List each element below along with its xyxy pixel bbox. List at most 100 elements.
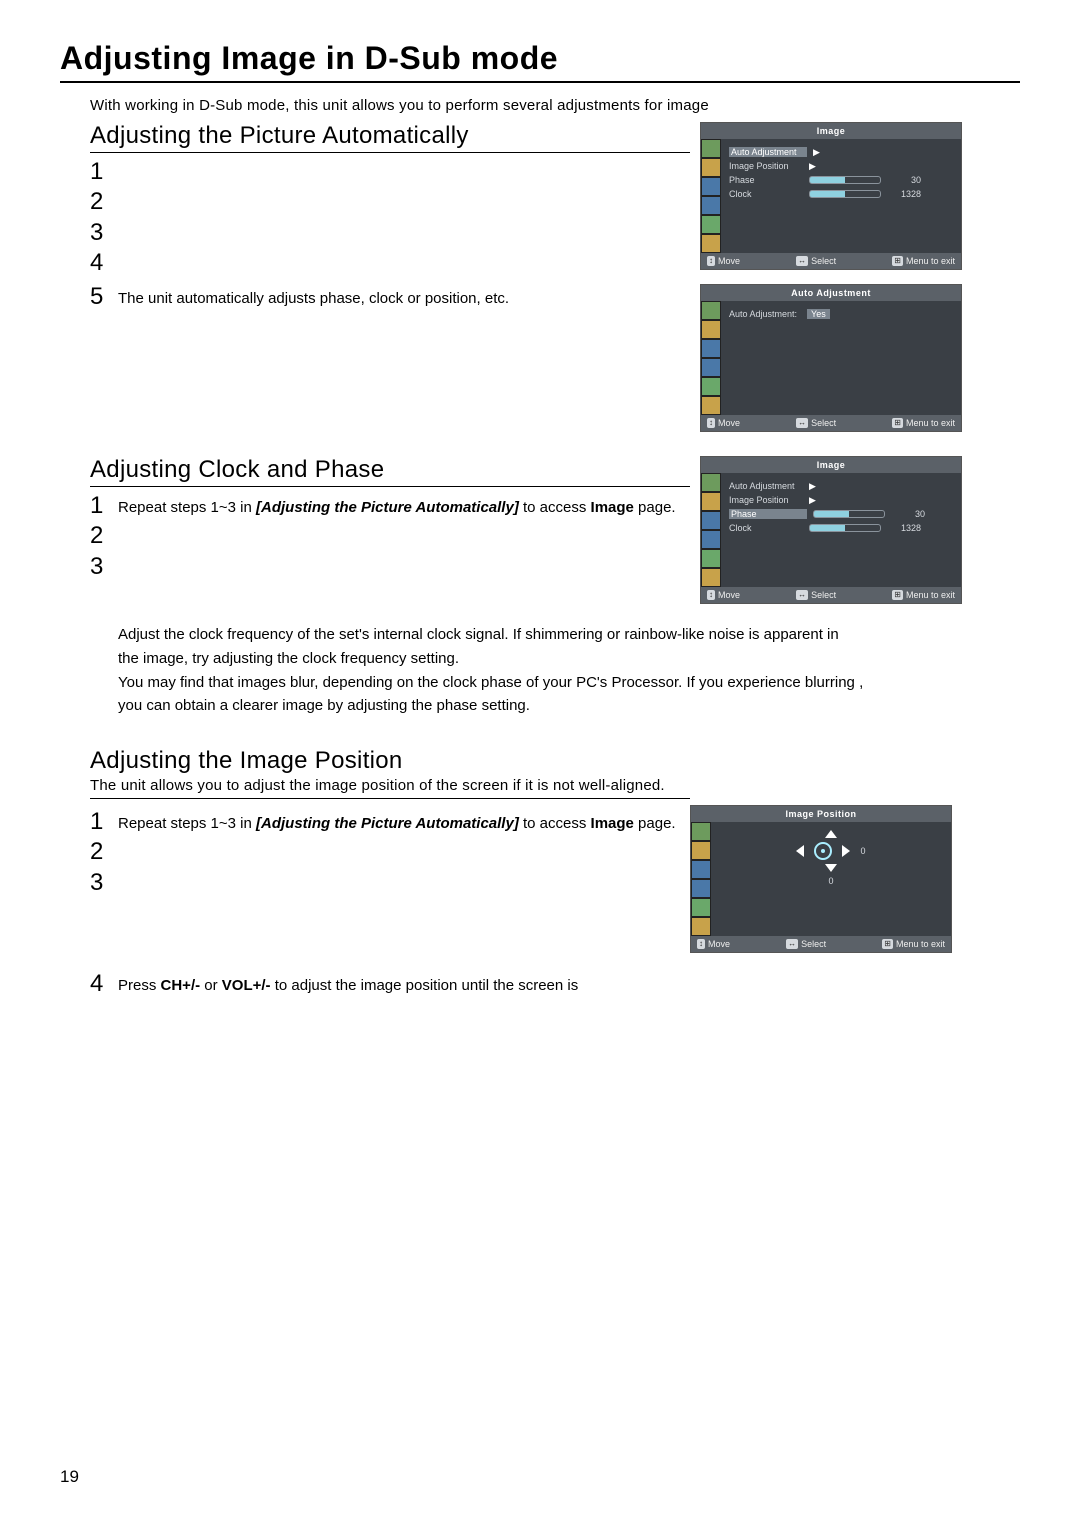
osd-tab-icon (701, 301, 721, 320)
step-number: 3 (90, 220, 118, 246)
osd-tab-icon (701, 492, 721, 511)
title-rule (60, 81, 1020, 83)
osd-tab-icon (701, 234, 721, 253)
osd-footer: ↕Move ↔Select ⊞Menu to exit (701, 253, 961, 269)
section-a-steps: 1 2 3 4 5 The unit automatically adjusts… (90, 159, 690, 311)
step-c4-body: Press CH+/- or VOL+/- to adjust the imag… (118, 971, 578, 997)
osd-tab-icon (691, 917, 711, 936)
osd-tab-icon (691, 898, 711, 917)
section-b-steps: 1 Repeat steps 1~3 in [Adjusting the Pic… (90, 493, 690, 580)
arrow-down-icon (825, 864, 837, 872)
key-icon: ↕ (707, 418, 715, 428)
osd-title: Image (701, 123, 961, 139)
key-icon: ↔ (796, 256, 808, 266)
osd-tab-icon (691, 879, 711, 898)
osd-tab-icon (701, 158, 721, 177)
slider-icon (813, 510, 885, 518)
chevron-right-icon: ▶ (809, 161, 816, 172)
key-icon: ⊞ (892, 256, 903, 266)
osd-image-menu-phase: Image Auto Adjustment▶ Image Position▶ P… (700, 456, 962, 604)
osd-tab-icon (701, 377, 721, 396)
osd-image-position: Image Position (690, 805, 952, 953)
key-icon: ⊞ (892, 590, 903, 600)
section-b-paragraphs: Adjust the clock frequency of the set's … (118, 624, 1020, 717)
osd-icon-column (701, 473, 721, 587)
step-number: 2 (90, 189, 118, 215)
section-c-heading: Adjusting the Image Position (90, 747, 1020, 775)
osd-title: Auto Adjustment (701, 285, 961, 301)
step-number: 3 (90, 870, 118, 896)
section-b-rule (90, 486, 690, 487)
osd-footer: ↕Move ↔Select ⊞Menu to exit (701, 587, 961, 603)
osd-row-clock: Clock1328 (729, 187, 953, 201)
osd-footer: ↕Move ↔Select ⊞Menu to exit (701, 415, 961, 431)
osd-row-auto-adjustment: Auto Adjustment▶ (729, 145, 953, 159)
step-number: 1 (90, 159, 118, 185)
chevron-right-icon: ▶ (813, 147, 820, 158)
osd-tab-icon (701, 339, 721, 358)
osd-tab-icon (691, 822, 711, 841)
key-icon: ⊞ (892, 418, 903, 428)
step-number: 2 (90, 523, 118, 549)
step-number: 2 (90, 839, 118, 865)
slider-icon (809, 176, 881, 184)
osd-tab-icon (701, 530, 721, 549)
osd-tab-icon (701, 177, 721, 196)
step-number: 1 (90, 493, 118, 519)
osd-footer: ↕Move ↔Select ⊞Menu to exit (691, 936, 951, 952)
osd-tab-icon (701, 196, 721, 215)
osd-tab-icon (701, 396, 721, 415)
osd-row-image-position: Image Position▶ (729, 493, 953, 507)
osd-tab-icon (691, 841, 711, 860)
section-a-heading: Adjusting the Picture Automatically (90, 122, 690, 150)
slider-icon (809, 190, 881, 198)
key-icon: ↕ (707, 590, 715, 600)
osd-icon-column (701, 139, 721, 253)
osd-tab-icon (701, 568, 721, 587)
step-c1-body: Repeat steps 1~3 in [Adjusting the Pictu… (118, 809, 676, 835)
key-icon: ↔ (796, 590, 808, 600)
osd-icon-column (691, 822, 711, 936)
osd-row-auto-adjustment: Auto Adjustment▶ (729, 479, 953, 493)
osd-auto-adjustment: Auto Adjustment Auto Adjustment:Yes (700, 284, 962, 432)
step-number: 5 (90, 284, 118, 310)
step-number: 3 (90, 554, 118, 580)
osd-tab-icon (701, 511, 721, 530)
page-title: Adjusting Image in D-Sub mode (60, 40, 1020, 77)
step-number: 4 (90, 250, 118, 276)
key-icon: ↔ (796, 418, 808, 428)
intro-text: With working in D-Sub mode, this unit al… (90, 97, 1020, 114)
step-5-note: The unit automatically adjusts phase, cl… (118, 284, 509, 310)
target-icon (814, 842, 832, 860)
section-a-rule (90, 152, 690, 153)
osd-tab-icon (701, 473, 721, 492)
section-c-step4: 4 Press CH+/- or VOL+/- to adjust the im… (90, 971, 1020, 997)
arrow-right-icon (842, 845, 850, 857)
key-icon: ↕ (707, 256, 715, 266)
arrow-up-icon (825, 830, 837, 838)
section-c-steps: 1 Repeat steps 1~3 in [Adjusting the Pic… (90, 809, 680, 896)
osd-auto-adjust-line: Auto Adjustment:Yes (729, 307, 953, 321)
pos-value-v: 0 (828, 876, 833, 886)
osd-tab-icon (701, 358, 721, 377)
key-icon: ↕ (697, 939, 705, 949)
key-icon: ⊞ (882, 939, 893, 949)
osd-row-phase: Phase30 (729, 173, 953, 187)
osd-icon-column (701, 301, 721, 415)
osd-tab-icon (691, 860, 711, 879)
section-c-rule (90, 798, 690, 799)
osd-tab-icon (701, 139, 721, 158)
osd-title: Image Position (691, 806, 951, 822)
osd-tab-icon (701, 549, 721, 568)
key-icon: ↔ (786, 939, 798, 949)
osd-image-menu-auto: Image Auto Adjustment▶ Image Position▶ P… (700, 122, 962, 270)
osd-row-image-position: Image Position▶ (729, 159, 953, 173)
arrow-left-icon (796, 845, 804, 857)
chevron-right-icon: ▶ (809, 495, 816, 506)
step-b1-body: Repeat steps 1~3 in [Adjusting the Pictu… (118, 493, 676, 519)
osd-tab-icon (701, 215, 721, 234)
slider-icon (809, 524, 881, 532)
step-number: 1 (90, 809, 118, 835)
step-number: 4 (90, 971, 118, 997)
section-b-heading: Adjusting Clock and Phase (90, 456, 690, 484)
